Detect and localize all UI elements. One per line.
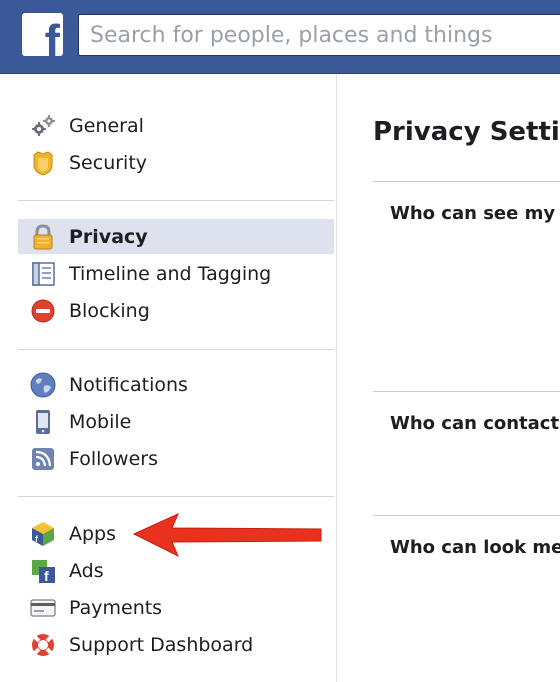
section-divider [373, 181, 560, 182]
security-badge-icon [29, 149, 57, 177]
sidebar-item-label: General [69, 115, 144, 137]
section-label-who-can-contact: Who can contact [390, 413, 560, 434]
globe-icon [29, 371, 57, 399]
facebook-logo-letter: f [44, 15, 60, 56]
sidebar-item-notifications[interactable]: Notifications [18, 367, 334, 402]
sidebar-item-label: Privacy [69, 226, 148, 248]
sidebar-item-ads[interactable]: f Ads [18, 553, 334, 588]
gears-icon [29, 112, 57, 140]
section-divider [373, 515, 560, 516]
sidebar-item-payments[interactable]: Payments [18, 590, 334, 625]
sidebar-item-label: Security [69, 152, 148, 174]
section-label-who-can-look: Who can look me [390, 537, 560, 558]
sidebar-item-label: Payments [69, 597, 163, 619]
main-content: Privacy Settir Who can see my s Who can … [338, 74, 560, 682]
section-label-who-can-see: Who can see my s [390, 203, 560, 224]
ads-icon: f [29, 557, 57, 585]
sidebar-item-label: Blocking [69, 300, 150, 322]
blocking-icon [29, 297, 57, 325]
sidebar-item-security[interactable]: Security [18, 145, 334, 180]
facebook-logo[interactable]: f [22, 13, 63, 56]
section-divider [373, 391, 560, 392]
credit-card-icon [29, 594, 57, 622]
rss-icon [29, 445, 57, 473]
lifebuoy-icon [29, 631, 57, 659]
search-box[interactable] [78, 14, 560, 56]
sidebar-item-label: Followers [69, 448, 158, 470]
divider [18, 496, 334, 497]
sidebar-item-label: Mobile [69, 411, 132, 433]
sidebar-item-general[interactable]: General [18, 108, 334, 143]
sidebar-item-label: Support Dashboard [69, 634, 254, 656]
page-title: Privacy Settir [373, 117, 560, 147]
sidebar-item-support-dashboard[interactable]: Support Dashboard [18, 627, 334, 662]
sidebar-item-privacy[interactable]: Privacy [18, 219, 334, 254]
sidebar-item-label: Ads [69, 560, 104, 582]
settings-sidebar: General Security Privacy Timeline and Ta… [0, 74, 337, 682]
divider [18, 349, 334, 350]
timeline-icon [29, 260, 57, 288]
apps-cube-icon: f [29, 520, 57, 548]
sidebar-item-timeline-and-tagging[interactable]: Timeline and Tagging [18, 256, 334, 291]
search-input[interactable] [79, 15, 560, 55]
mobile-phone-icon [29, 408, 57, 436]
divider [18, 200, 334, 201]
sidebar-item-label: Timeline and Tagging [69, 263, 272, 285]
svg-text:f: f [44, 568, 49, 584]
sidebar-item-label: Notifications [69, 374, 188, 396]
sidebar-item-mobile[interactable]: Mobile [18, 404, 334, 439]
red-arrow-annotation [132, 513, 322, 558]
lock-icon [29, 223, 57, 251]
sidebar-item-blocking[interactable]: Blocking [18, 293, 334, 328]
sidebar-item-label: Apps [69, 523, 117, 545]
top-bar: f [0, 0, 560, 74]
sidebar-item-followers[interactable]: Followers [18, 441, 334, 476]
